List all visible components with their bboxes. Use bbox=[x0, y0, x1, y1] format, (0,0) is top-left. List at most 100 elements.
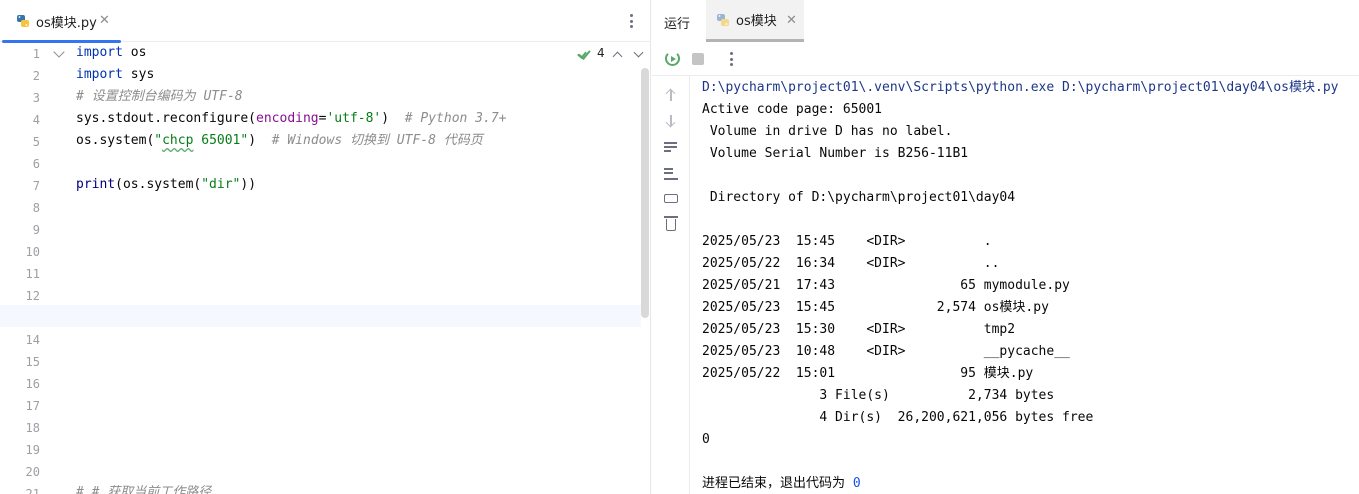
console-output[interactable]: D:\pycharm\project01\.venv\Scripts\pytho… bbox=[702, 76, 1359, 494]
exit-text: 进程已结束，退出代码为 bbox=[702, 476, 853, 491]
console-line: 4 Dir(s) 26,200,621,056 bytes free bbox=[702, 410, 1094, 425]
inspection-widget[interactable]: 4 bbox=[579, 46, 605, 60]
editor-tab-label: os模块.py bbox=[36, 15, 97, 31]
editor-tab-bar: os模块.py ✕ bbox=[0, 0, 651, 43]
console-line: 2025/05/22 16:34 <DIR> .. bbox=[702, 256, 1000, 271]
console-line: 2025/05/23 15:45 2,574 os模块.py bbox=[702, 300, 1049, 315]
code-text: os bbox=[122, 45, 147, 60]
code-text: (os.system( bbox=[115, 177, 202, 192]
line-number: 19 bbox=[25, 443, 40, 457]
line-number: 18 bbox=[25, 421, 40, 435]
console-line: 2025/05/22 15:01 95 模块.py bbox=[702, 366, 1034, 381]
code-text: os.system( bbox=[76, 133, 155, 148]
line-number: 6 bbox=[32, 157, 40, 171]
trash-icon[interactable] bbox=[664, 216, 678, 231]
code-string-typo: chcp bbox=[162, 133, 194, 148]
code-comment: # # 获取当前工作路径 bbox=[76, 485, 212, 494]
line-number: 5 bbox=[32, 135, 40, 149]
run-tab-label: os模块 bbox=[736, 14, 777, 29]
more-options-icon[interactable] bbox=[626, 11, 636, 31]
console-line: Volume in drive D has no label. bbox=[702, 124, 953, 139]
exit-code: 0 bbox=[852, 476, 861, 491]
line-number: 15 bbox=[25, 355, 40, 369]
code-line-4[interactable]: sys.stdout.reconfigure(encoding='utf-8')… bbox=[76, 108, 507, 130]
arrow-down-icon[interactable] bbox=[664, 114, 678, 128]
console-side-toolbar bbox=[652, 76, 690, 494]
code-comment: # Windows 切换到 UTF-8 代码页 bbox=[256, 133, 483, 148]
line-number: 3 bbox=[32, 91, 40, 105]
code-text: ) bbox=[381, 111, 390, 126]
double-check-icon bbox=[579, 46, 593, 60]
code-line-5[interactable]: os.system("chcp 65001") # Windows 切换到 UT… bbox=[76, 130, 483, 152]
scroll-to-end-icon[interactable] bbox=[664, 166, 678, 180]
code-text: ) bbox=[248, 133, 257, 148]
console-line: 2025/05/23 10:48 <DIR> __pycache__ bbox=[702, 344, 1070, 359]
next-highlight-icon[interactable] bbox=[633, 47, 644, 58]
code-string: 65001" bbox=[193, 133, 249, 148]
arrow-up-icon[interactable] bbox=[664, 88, 678, 102]
code-string: "dir" bbox=[201, 177, 241, 192]
code-line-3[interactable]: # 设置控制台编码为 UTF-8 bbox=[76, 86, 243, 108]
code-text: )) bbox=[240, 177, 257, 192]
line-number: 11 bbox=[25, 267, 40, 281]
line-number: 14 bbox=[25, 333, 40, 347]
console-line: 2025/05/23 15:45 <DIR> . bbox=[702, 234, 992, 249]
line-number: 8 bbox=[32, 201, 40, 215]
line-number: 21 bbox=[25, 487, 40, 494]
run-config-tab[interactable]: os模块 ✕ bbox=[706, 0, 804, 42]
run-tool-window: 运行 os模块 ✕ D:\pycharm\project01\.venv\Scr… bbox=[652, 0, 1359, 494]
line-number: 4 bbox=[32, 113, 40, 127]
close-icon[interactable]: ✕ bbox=[99, 13, 110, 28]
python-file-icon bbox=[17, 15, 29, 27]
console-line: 2025/05/21 17:43 65 mymodule.py bbox=[702, 278, 1070, 293]
code-param: encoding bbox=[256, 111, 319, 126]
code-line-1[interactable]: import os bbox=[76, 42, 146, 64]
line-number: 17 bbox=[25, 399, 40, 413]
code-text: sys bbox=[122, 67, 155, 82]
console-line: 3 File(s) 2,734 bytes bbox=[702, 388, 1055, 403]
code-line-2[interactable]: import sys bbox=[76, 64, 154, 86]
python-file-icon bbox=[717, 13, 729, 26]
more-options-icon[interactable] bbox=[726, 49, 736, 69]
code-builtin: print bbox=[76, 177, 116, 192]
previous-highlight-icon[interactable] bbox=[612, 51, 623, 62]
run-header: 运行 os模块 ✕ bbox=[652, 0, 1359, 42]
keyword: import bbox=[76, 45, 123, 60]
console-exit-line: 进程已结束，退出代码为 0 bbox=[702, 473, 861, 494]
print-icon[interactable] bbox=[664, 194, 678, 203]
line-number: 16 bbox=[25, 377, 40, 391]
line-number: 10 bbox=[25, 245, 40, 259]
code-line-7[interactable]: print(os.system("dir")) bbox=[76, 174, 256, 196]
code-comment: # Python 3.7+ bbox=[389, 111, 507, 126]
keyword: import bbox=[76, 67, 123, 82]
code-string: " bbox=[154, 133, 163, 148]
current-line-highlight bbox=[0, 305, 641, 327]
line-number: 1 bbox=[32, 47, 40, 61]
line-number: 20 bbox=[25, 465, 40, 479]
soft-wrap-icon[interactable] bbox=[664, 140, 678, 154]
run-window-title: 运行 bbox=[664, 17, 691, 32]
console-line: Directory of D:\pycharm\project01\day04 bbox=[702, 190, 1016, 205]
console-line: Volume Serial Number is B256-11B1 bbox=[702, 146, 969, 161]
code-line-21[interactable]: # # 获取当前工作路径 bbox=[76, 482, 211, 494]
run-toolbar bbox=[652, 42, 1359, 76]
console-command-line[interactable]: D:\pycharm\project01\.venv\Scripts\pytho… bbox=[702, 77, 1338, 99]
code-string: 'utf-8' bbox=[326, 111, 382, 126]
console-line: 0 bbox=[702, 432, 710, 447]
line-number: 12 bbox=[25, 289, 40, 303]
editor-pane: os模块.py ✕ 1 2 3 4 5 6 7 8 9 10 11 12 13 … bbox=[0, 0, 651, 494]
stop-icon[interactable] bbox=[692, 53, 704, 65]
inspection-count: 4 bbox=[597, 46, 605, 60]
editor-tab[interactable]: os模块.py ✕ bbox=[0, 0, 121, 43]
close-icon[interactable]: ✕ bbox=[786, 13, 797, 28]
console-line: Active code page: 65001 bbox=[702, 102, 883, 117]
line-number: 7 bbox=[32, 179, 40, 193]
console-line: 2025/05/23 15:30 <DIR> tmp2 bbox=[702, 322, 1016, 337]
line-number: 2 bbox=[32, 69, 40, 83]
line-number-gutter: 1 2 3 4 5 6 7 8 9 10 11 12 13 14 15 16 1… bbox=[0, 42, 73, 494]
code-text: sys.stdout.reconfigure( bbox=[76, 111, 257, 126]
rerun-icon[interactable] bbox=[665, 51, 680, 66]
code-comment: # 设置控制台编码为 UTF-8 bbox=[76, 89, 243, 104]
editor-scrollbar[interactable] bbox=[641, 68, 649, 318]
line-number: 9 bbox=[32, 223, 40, 237]
